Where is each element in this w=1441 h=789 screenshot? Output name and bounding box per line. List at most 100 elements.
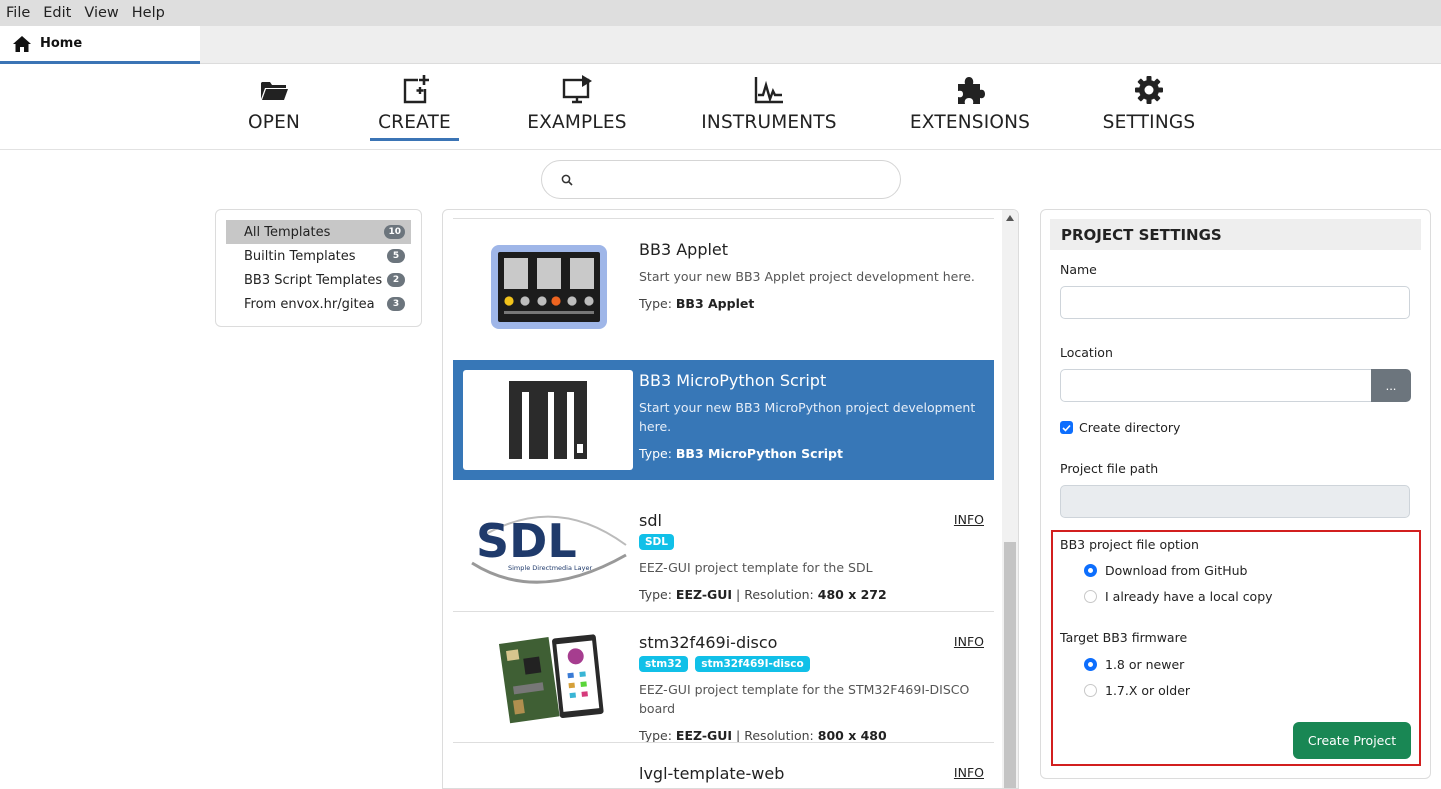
browse-button[interactable]: ... [1371,369,1411,402]
project-file-path-label: Project file path [1060,461,1159,476]
template-filters: All Templates 10 Builtin Templates 5 BB3… [215,209,422,327]
template-type: Type: BB3 Applet [639,296,984,311]
template-title: sdl [639,511,662,530]
count-badge: 3 [387,297,405,311]
filter-label: BB3 Script Templates [244,272,383,288]
chart-pulse-icon [754,77,783,104]
list-scrollbar[interactable] [1002,210,1018,788]
count-badge: 5 [387,249,405,263]
create-directory-label: Create directory [1079,420,1181,435]
template-item-stm32f469i-disco[interactable]: stm32f469i-disco stm32 stm32f469I-disco … [453,611,994,743]
tab-home-label: Home [40,36,83,51]
new-file-icon [403,75,429,104]
checkbox-checked-icon[interactable] [1060,421,1073,434]
name-field[interactable] [1060,286,1410,319]
template-description: EEZ-GUI project template for the STM32F4… [639,682,970,716]
type-value: BB3 Applet [675,296,755,311]
count-badge: 10 [384,225,405,239]
menu-bar: File Edit View Help [0,0,1441,26]
home-icon [13,35,31,52]
highlight-box [1051,530,1421,766]
scroll-up-icon[interactable] [1006,215,1014,221]
search-input[interactable] [582,167,882,193]
monitor-play-icon [562,75,592,104]
resolution-value: 800 x 480 [817,728,887,743]
search-box [541,160,901,199]
menu-view[interactable]: View [84,5,118,21]
tag-list: SDL [639,532,984,550]
bb3-applet-thumbnail [464,237,634,337]
main-nav: OPEN CREATE EXAMPLES INSTRUMENTS EXTENSI… [0,64,1441,150]
nav-create-label: CREATE [378,112,451,133]
menu-edit[interactable]: Edit [43,5,71,21]
board-photo [465,626,635,726]
filter-bb3-script-templates[interactable]: BB3 Script Templates 2 [226,268,411,292]
nav-instruments[interactable]: INSTRUMENTS [701,72,837,144]
sdl-logo-subtext: Simple Directmedia Layer [508,564,592,572]
template-type: Type: EEZ-GUI | Resolution: 480 x 272 [639,587,984,602]
info-link[interactable]: INFO [954,765,984,780]
template-list[interactable]: BB3 Applet Start your new BB3 Applet pro… [442,209,1019,789]
tab-bar: Home [0,26,1441,64]
project-file-path-field [1060,485,1410,518]
nav-create[interactable]: CREATE [370,72,459,144]
type-value: EEZ-GUI [675,728,733,743]
type-prefix: Type: [639,446,676,461]
template-item-bb3-micropython[interactable]: BB3 MicroPython Script Start your new BB… [453,360,994,480]
template-description: Start your new BB3 MicroPython project d… [639,400,976,434]
folder-open-icon [261,82,288,100]
menu-help[interactable]: Help [132,5,165,21]
location-label: Location [1060,345,1113,360]
filter-label: All Templates [244,224,331,240]
tag-list: stm32 stm32f469I-disco [639,654,984,672]
template-title: stm32f469i-disco [639,633,778,652]
name-label: Name [1060,262,1097,277]
tag: stm32f469I-disco [695,656,810,672]
filter-envox-gitea[interactable]: From envox.hr/gitea 3 [226,292,411,316]
nav-extensions-label: EXTENSIONS [909,112,1031,133]
filter-label: From envox.hr/gitea [244,296,375,312]
resolution-prefix: | Resolution: [732,728,818,743]
template-item-lvgl-template-web[interactable]: lvgl-template-web INFO [453,742,994,788]
nav-settings[interactable]: SETTINGS [1102,72,1196,144]
type-prefix: Type: [639,728,676,743]
nav-settings-label: SETTINGS [1102,112,1196,133]
count-badge: 2 [387,273,405,287]
template-type: Type: EEZ-GUI | Resolution: 800 x 480 [639,728,984,743]
template-title: BB3 MicroPython Script [639,371,827,390]
nav-open[interactable]: OPEN [243,72,305,144]
template-title: BB3 Applet [639,240,729,259]
type-value: EEZ-GUI [675,587,733,602]
tag: stm32 [639,656,688,672]
scrollbar-thumb[interactable] [1004,542,1016,788]
filter-all-templates[interactable]: All Templates 10 [226,220,411,244]
type-value: BB3 MicroPython Script [675,446,843,461]
project-settings-header: PROJECT SETTINGS [1050,219,1421,250]
location-field[interactable] [1060,369,1372,402]
create-directory-checkbox[interactable]: Create directory [1060,420,1180,435]
info-link[interactable]: INFO [954,634,984,649]
resolution-value: 480 x 272 [817,587,887,602]
puzzle-icon [958,77,985,104]
tag: SDL [639,534,674,550]
micropython-logo [463,370,633,470]
gear-icon [1135,76,1163,104]
nav-open-label: OPEN [247,112,301,133]
template-description: Start your new BB3 Applet project develo… [639,269,975,284]
template-item-bb3-applet[interactable]: BB3 Applet Start your new BB3 Applet pro… [453,218,994,349]
type-prefix: Type: [639,296,676,311]
nav-extensions[interactable]: EXTENSIONS [909,72,1031,144]
filter-builtin-templates[interactable]: Builtin Templates 5 [226,244,411,268]
sdl-logo-text: SDL [476,514,577,568]
resolution-prefix: | Resolution: [732,587,818,602]
info-link[interactable]: INFO [954,512,984,527]
sdl-logo: SDL Simple Directmedia Layer [465,503,635,593]
template-description: EEZ-GUI project template for the SDL [639,560,873,575]
nav-examples[interactable]: EXAMPLES [526,72,628,144]
template-type: Type: BB3 MicroPython Script [639,446,984,461]
template-item-sdl[interactable]: SDL Simple Directmedia Layer sdl SDL EEZ… [453,490,994,611]
tab-home[interactable]: Home [0,26,200,64]
nav-examples-label: EXAMPLES [527,112,627,133]
filter-label: Builtin Templates [244,248,356,264]
menu-file[interactable]: File [6,5,30,21]
